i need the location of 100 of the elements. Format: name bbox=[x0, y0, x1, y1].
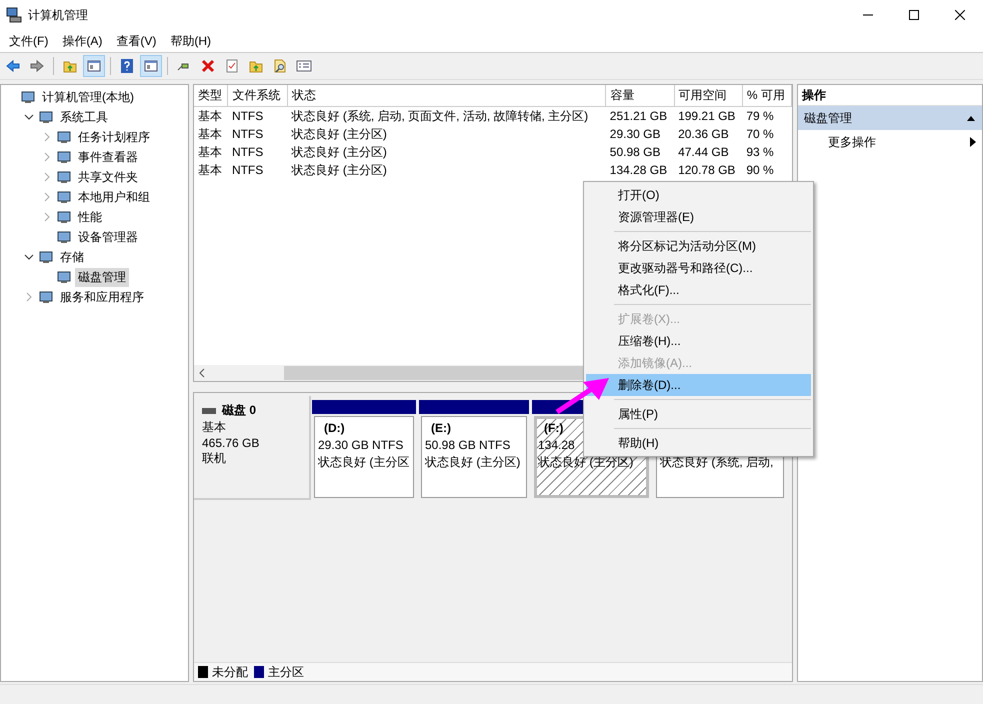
toolbar-button[interactable] bbox=[140, 55, 162, 77]
tree-item[interactable]: 共享文件夹 bbox=[75, 168, 141, 186]
node-icon bbox=[38, 109, 54, 125]
table-cell-text: 20.36 GB bbox=[677, 126, 730, 143]
table-cell-text: NTFS bbox=[230, 126, 264, 143]
tree-item[interactable]: 任务计划程序 bbox=[75, 128, 153, 146]
column-header[interactable]: % 可用 bbox=[742, 85, 792, 106]
tree-item[interactable]: 磁盘管理 bbox=[75, 268, 129, 286]
scrollbar-thumb[interactable] bbox=[284, 366, 584, 380]
tree-item[interactable]: 本地用户和组 bbox=[75, 188, 153, 206]
app-icon bbox=[6, 7, 22, 23]
legend-label: 未分配 bbox=[212, 664, 248, 680]
column-header[interactable]: 类型 bbox=[194, 85, 228, 106]
table-cell-text: 基本 bbox=[197, 144, 223, 160]
back-arrow-icon bbox=[5, 58, 21, 74]
partition-label: (D:) bbox=[323, 420, 345, 437]
table-cell: 基本 bbox=[194, 106, 228, 125]
table-cell: 状态良好 (系统, 启动, 页面文件, 活动, 故障转储, 主分区) bbox=[287, 106, 606, 125]
submenu-arrow-icon bbox=[970, 137, 976, 147]
table-cell: NTFS bbox=[228, 106, 288, 125]
forward-arrow-icon bbox=[29, 58, 45, 74]
node-icon bbox=[56, 269, 72, 285]
help-icon bbox=[119, 58, 135, 74]
menu-item[interactable]: 文件(F) bbox=[2, 30, 56, 52]
table-cell-text: 基本 bbox=[197, 126, 223, 142]
node-icon bbox=[38, 289, 54, 305]
legend-label: 主分区 bbox=[268, 664, 304, 680]
disk-type: 基本 bbox=[202, 419, 227, 436]
menu-item[interactable]: 操作(A) bbox=[55, 30, 110, 52]
table-cell-text: 47.44 GB bbox=[677, 144, 730, 161]
partition-block[interactable]: (E:) 50.98 GB NTFS 状态良好 (主分区) bbox=[421, 416, 527, 498]
table-cell-text: 120.78 GB bbox=[677, 162, 736, 179]
table-cell-text: 状态良好 (主分区) bbox=[290, 144, 388, 160]
tree-item[interactable]: 性能 bbox=[75, 208, 105, 226]
node-icon bbox=[56, 209, 72, 225]
table-cell-text: 50.98 GB bbox=[608, 144, 662, 161]
table-cell-text: 70 % bbox=[745, 126, 775, 143]
table-cell-text: 29.30 GB bbox=[608, 126, 662, 143]
table-cell-text: 90 % bbox=[745, 162, 775, 179]
delete-icon bbox=[200, 58, 216, 74]
partition-status: 状态良好 (主分区) bbox=[425, 454, 520, 471]
close-icon bbox=[955, 10, 965, 20]
search-icon bbox=[272, 58, 288, 74]
column-header[interactable]: 文件系统 bbox=[228, 85, 288, 106]
disk-name: 磁盘 0 bbox=[222, 402, 256, 419]
partition-label: (F:) bbox=[543, 420, 564, 437]
actions-section[interactable]: 磁盘管理 bbox=[798, 106, 982, 130]
tree-item[interactable]: 存储 bbox=[57, 248, 87, 266]
partition-size: 50.98 GB NTFS bbox=[425, 437, 510, 454]
table-cell-text: NTFS bbox=[230, 162, 264, 179]
checklist-icon bbox=[224, 58, 240, 74]
tree-item[interactable]: 事件查看器 bbox=[75, 148, 141, 166]
node-icon bbox=[56, 129, 72, 145]
list-icon bbox=[296, 58, 312, 74]
node-icon bbox=[20, 89, 36, 105]
context-menu-item[interactable]: 打开(O) bbox=[586, 184, 811, 206]
annotation-arrow bbox=[556, 378, 609, 414]
node-icon bbox=[56, 229, 72, 245]
table-cell-text: 基本 bbox=[197, 162, 223, 178]
table-cell-text: 93 % bbox=[745, 144, 775, 161]
table-cell: 199.21 GB bbox=[674, 106, 742, 125]
disk-size: 465.76 GB bbox=[202, 436, 260, 450]
partition-block[interactable]: (D:) 29.30 GB NTFS 状态良好 (主分区 bbox=[314, 416, 414, 498]
table-cell-text: 状态良好 (主分区) bbox=[290, 162, 388, 178]
window-title: 计算机管理 bbox=[28, 6, 89, 24]
node-icon bbox=[56, 169, 72, 185]
context-menu-item[interactable]: 资源管理器(E) bbox=[586, 206, 811, 228]
partition-status: 状态良好 (主分区 bbox=[318, 454, 410, 471]
partition-label: (E:) bbox=[430, 420, 451, 437]
context-menu-item[interactable]: 格式化(F)... bbox=[586, 279, 811, 301]
table-cell: 251.21 GB bbox=[606, 106, 674, 125]
maximize-icon bbox=[909, 10, 919, 20]
table-cell: 79 % bbox=[742, 106, 792, 125]
column-header[interactable]: 可用空间 bbox=[674, 85, 742, 106]
menu-item[interactable]: 查看(V) bbox=[109, 30, 164, 52]
pane-icon bbox=[86, 58, 102, 74]
caret-icon bbox=[966, 114, 976, 122]
tree-item[interactable]: 系统工具 bbox=[57, 108, 111, 126]
tree-item[interactable]: 服务和应用程序 bbox=[57, 288, 147, 306]
context-menu-item[interactable]: 更改驱动器号和路径(C)... bbox=[586, 257, 811, 279]
toolbar-button[interactable] bbox=[83, 55, 105, 77]
table-cell-text: 状态良好 (主分区) bbox=[290, 126, 388, 142]
partition-size: 134.28 bbox=[538, 437, 575, 454]
context-menu-item[interactable]: 删除卷(D)... bbox=[586, 374, 811, 396]
column-header[interactable]: 容量 bbox=[606, 85, 674, 106]
partition-size: 29.30 GB NTFS bbox=[318, 437, 404, 454]
tree-item[interactable]: 设备管理器 bbox=[75, 228, 141, 246]
node-icon bbox=[56, 149, 72, 165]
node-icon bbox=[56, 189, 72, 205]
disk-status: 联机 bbox=[202, 450, 227, 467]
tree-item[interactable]: 计算机管理(本地) bbox=[39, 88, 137, 106]
node-icon bbox=[38, 249, 54, 265]
table-cell-text: 134.28 GB bbox=[608, 162, 668, 179]
table-cell-text: NTFS bbox=[230, 144, 264, 161]
context-menu-item[interactable]: 将分区标记为活动分区(M) bbox=[586, 235, 811, 257]
action-item[interactable]: 更多操作 bbox=[798, 130, 982, 154]
pane-icon bbox=[143, 58, 159, 74]
context-menu-item[interactable]: 压缩卷(H)... bbox=[586, 330, 811, 352]
column-header[interactable]: 状态 bbox=[287, 85, 606, 106]
menu-item[interactable]: 帮助(H) bbox=[163, 30, 218, 52]
